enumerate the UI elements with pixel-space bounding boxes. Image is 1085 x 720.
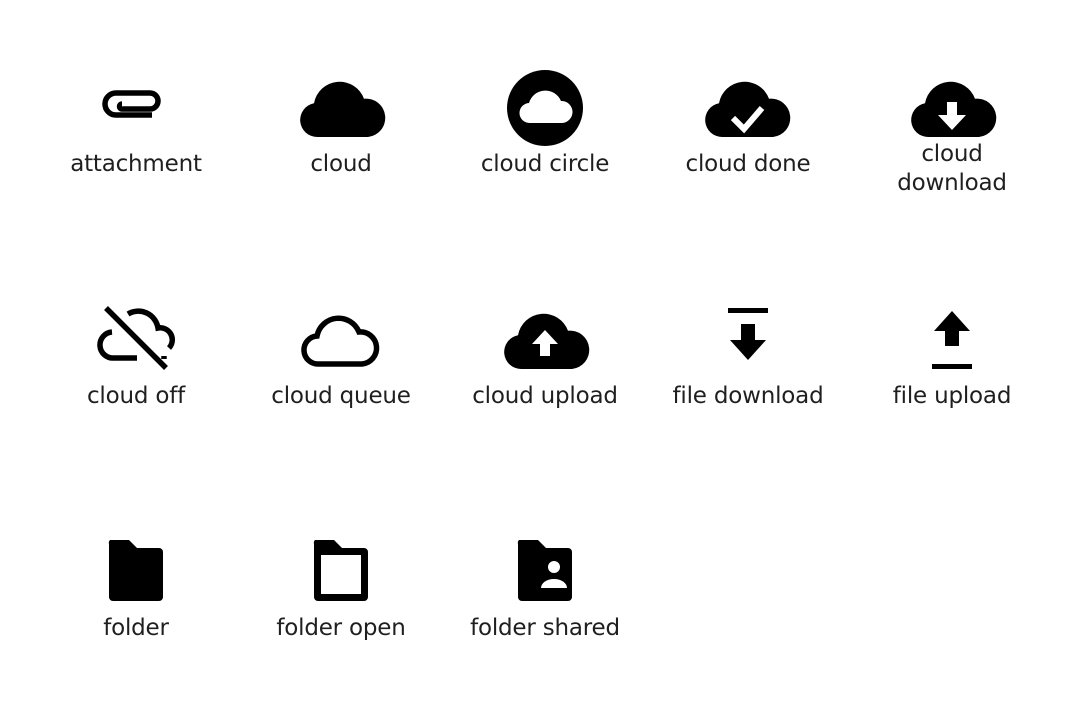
icon-tile-attachment[interactable]: attachment	[34, 66, 238, 179]
icon-label-line: download	[897, 170, 1007, 196]
icon-gallery: { "icons": [ {"name": "attachment", "lab…	[0, 0, 1085, 720]
icon-label-line: cloud	[921, 141, 983, 167]
folder-icon	[86, 530, 186, 614]
cloud-queue-icon	[291, 298, 391, 382]
cloud-icon	[291, 66, 391, 150]
icon-tile-cloud-circle[interactable]: cloud circle	[443, 66, 647, 179]
cloud-upload-icon	[495, 298, 595, 382]
icon-label: folder shared	[470, 615, 620, 641]
file-download-icon	[698, 298, 798, 382]
icon-label: cloud circle	[480, 151, 610, 177]
icon-label: cloud done	[685, 151, 811, 177]
icon-label: cloud off	[86, 383, 186, 409]
icon-label: folder	[103, 615, 169, 641]
icon-label: file download	[672, 383, 824, 409]
icon-tile-cloud-queue[interactable]: cloud queue	[239, 298, 443, 411]
icon-tile-cloud-upload[interactable]: cloud upload	[443, 298, 647, 411]
icon-tile-cloud-download[interactable]: cloud download	[850, 66, 1054, 198]
icon-label: file upload	[892, 383, 1012, 409]
icon-tile-cloud-done[interactable]: cloud done	[646, 66, 850, 179]
icon-tile-folder-open[interactable]: folder open	[239, 530, 443, 643]
cloud-circle-icon	[495, 66, 595, 150]
folder-shared-icon	[495, 530, 595, 614]
cloud-off-icon	[86, 298, 186, 382]
cloud-download-icon	[902, 66, 1002, 150]
icon-label: cloud upload	[472, 383, 618, 409]
icon-tile-folder[interactable]: folder	[34, 530, 238, 643]
icon-tile-folder-shared[interactable]: folder shared	[443, 530, 647, 643]
icon-tile-cloud-off[interactable]: cloud off	[34, 298, 238, 411]
icon-label: folder open	[276, 615, 406, 641]
icon-tile-cloud[interactable]: cloud	[239, 66, 443, 179]
cloud-done-icon	[698, 66, 798, 150]
icon-label: attachment	[70, 151, 202, 177]
attachment-icon	[86, 66, 186, 150]
icon-label: cloud	[310, 151, 372, 177]
icon-tile-file-upload[interactable]: file upload	[850, 298, 1054, 411]
icon-label: cloud queue	[271, 383, 411, 409]
file-upload-icon	[902, 298, 1002, 382]
icon-tile-file-download[interactable]: file download	[646, 298, 850, 411]
icon-label: cloud download	[850, 140, 1054, 198]
folder-open-icon	[291, 530, 391, 614]
